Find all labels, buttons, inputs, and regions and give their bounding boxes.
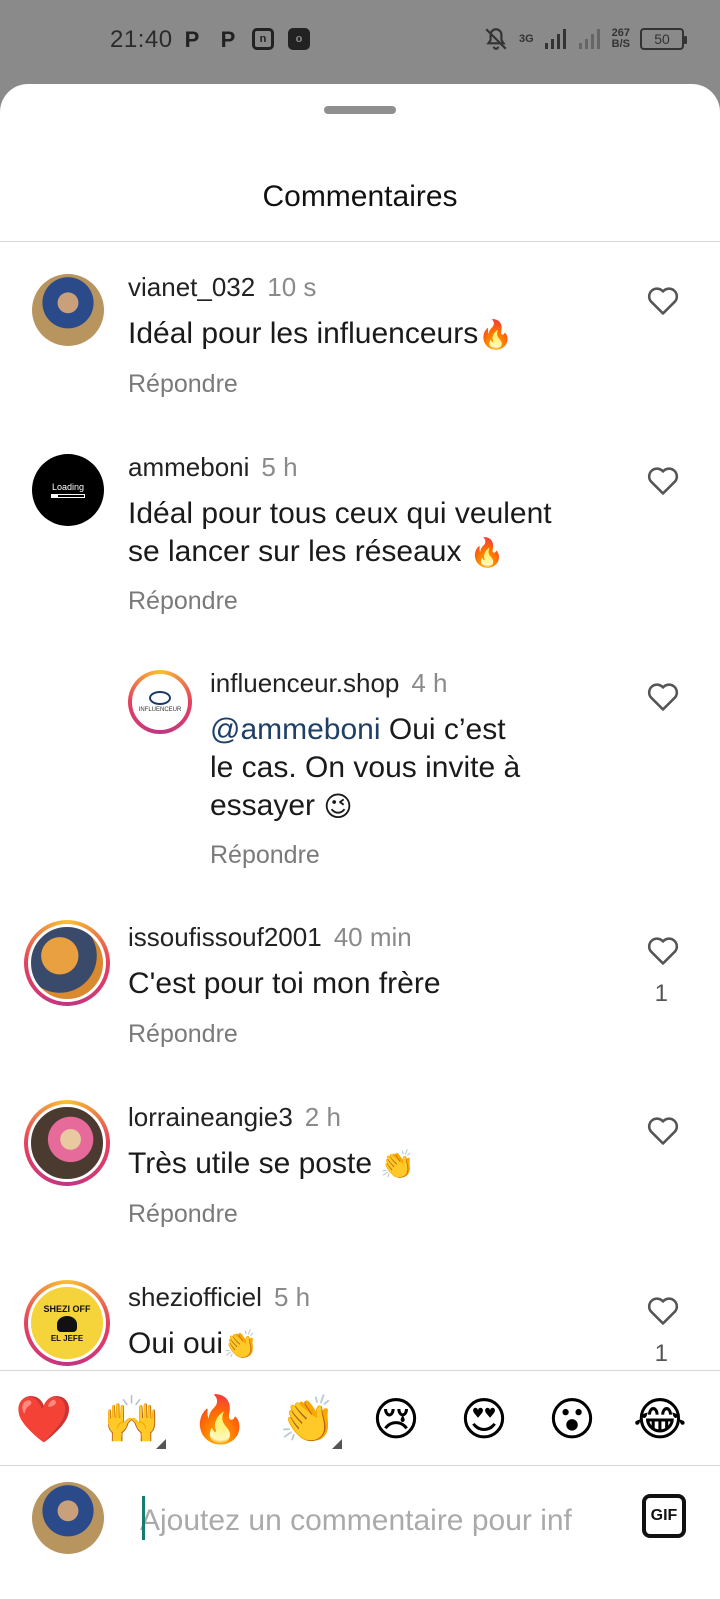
fire-emoji: 🔥 (469, 537, 505, 569)
clap-emoji: 👏 (380, 1149, 416, 1181)
comment-text: Idéal pour les influenceurs🔥 (128, 315, 513, 354)
signal-icon (544, 29, 566, 49)
comment-username[interactable]: sheziofficiel 5 h (128, 1282, 310, 1313)
loading-bar (51, 494, 85, 498)
p-app-icon: P (220, 27, 236, 52)
emoji-heart[interactable]: ❤️ (14, 1389, 74, 1449)
comment-time: 10 s (267, 272, 317, 302)
ninja-icon (57, 1315, 77, 1332)
p-app-icon: P (184, 27, 200, 52)
avatar[interactable] (24, 1100, 110, 1186)
clap-emoji: 👏 (223, 1329, 258, 1361)
emoji-raised-hands[interactable]: 🙌 (102, 1389, 166, 1449)
comment-time: 40 min (333, 922, 412, 952)
emoji-heart-eyes[interactable]: 😍 (454, 1389, 514, 1449)
avatar[interactable]: SHEZI OFF EL JEFE (24, 1280, 110, 1366)
emoji-clap[interactable]: 👏 (278, 1389, 342, 1449)
avatar[interactable]: Loading (32, 454, 104, 526)
skin-tone-indicator (332, 1439, 342, 1449)
status-time: 21:40 (110, 26, 173, 53)
eye-logo-icon (149, 691, 171, 705)
bell-off-icon (485, 28, 507, 50)
comment-text: Idéal pour tous ceux qui veulent se lanc… (128, 495, 552, 572)
reply-button[interactable]: Répondre (128, 370, 238, 399)
comment-username[interactable]: lorraineangie3 2 h (128, 1102, 341, 1133)
reply-button[interactable]: Répondre (128, 1020, 238, 1049)
reply-button[interactable]: Répondre (128, 1200, 238, 1229)
comment-username[interactable]: issoufissouf2001 40 min (128, 922, 412, 953)
comment-time: 4 h (411, 668, 448, 698)
emoji-cry[interactable]: 😢 (366, 1389, 426, 1449)
comments-sheet: Commentaires vianet_032 10 s Idéal pour l… (0, 84, 720, 1599)
comment-time: 5 h (261, 452, 298, 482)
mention-link[interactable]: @ammeboni (210, 713, 381, 746)
text-caret (142, 1496, 145, 1540)
avatar[interactable]: INFLUENCEUR (128, 670, 192, 734)
reply-button[interactable]: Répondre (210, 841, 320, 870)
network-type: 3G (518, 32, 534, 45)
own-avatar (32, 1482, 104, 1554)
comment-list[interactable]: vianet_032 10 s Idéal pour les influenceu… (0, 242, 720, 1382)
comment-input[interactable] (140, 1498, 610, 1544)
heart-icon[interactable] (646, 934, 680, 966)
heart-icon[interactable] (646, 1294, 680, 1326)
net-speed: 267 B/S (611, 27, 630, 50)
emoji-quick-bar: ❤️ 🙌 🔥 👏 😢 😍 😮 😂 (0, 1370, 720, 1466)
fire-emoji: 🔥 (478, 319, 514, 351)
avatar[interactable] (24, 920, 110, 1006)
avatar[interactable] (32, 274, 104, 346)
comment-time: 2 h (304, 1102, 341, 1132)
comment-time: 5 h (273, 1282, 311, 1312)
office-icon: o (288, 28, 310, 50)
signal-empty-icon (578, 29, 600, 49)
comment-text: Très utile se poste 👏 (128, 1145, 415, 1184)
emoji-laugh[interactable]: 😂 (630, 1389, 690, 1449)
comment-text: C'est pour toi mon frère (128, 967, 441, 1000)
like-count: 1 (654, 1340, 668, 1367)
comment-text: @ammeboni Oui c’est le cas. On vous invi… (210, 711, 520, 826)
heart-icon[interactable] (646, 680, 680, 712)
drag-handle[interactable] (324, 106, 396, 114)
gif-button[interactable]: GIF (642, 1494, 686, 1538)
comment-username[interactable]: ammeboni 5 h (128, 452, 298, 483)
reply-button[interactable]: Répondre (128, 587, 238, 616)
battery-icon: 50 (640, 28, 687, 50)
heart-icon[interactable] (646, 1114, 680, 1146)
heart-icon[interactable] (646, 284, 680, 316)
comment-username[interactable]: vianet_032 10 s (128, 272, 316, 303)
heart-icon[interactable] (646, 464, 680, 496)
status-bar: 21:40 P P n o 3G 267 B/S 50 (0, 0, 720, 84)
comment-text: Oui oui👏 (128, 1325, 258, 1364)
emoji-wow[interactable]: 😮 (542, 1389, 602, 1449)
emoji-fire[interactable]: 🔥 (190, 1389, 250, 1449)
sheet-title: Commentaires (262, 180, 458, 213)
app-notification-icon: n (252, 28, 274, 50)
comment-input-bar: GIF (0, 1466, 720, 1599)
skin-tone-indicator (156, 1439, 166, 1449)
like-count: 1 (654, 980, 668, 1007)
status-right: 3G 267 B/S 50 (483, 24, 687, 54)
comment-username[interactable]: influenceur.shop 4 h (210, 668, 448, 699)
wink-emoji: 😉 (323, 791, 353, 823)
